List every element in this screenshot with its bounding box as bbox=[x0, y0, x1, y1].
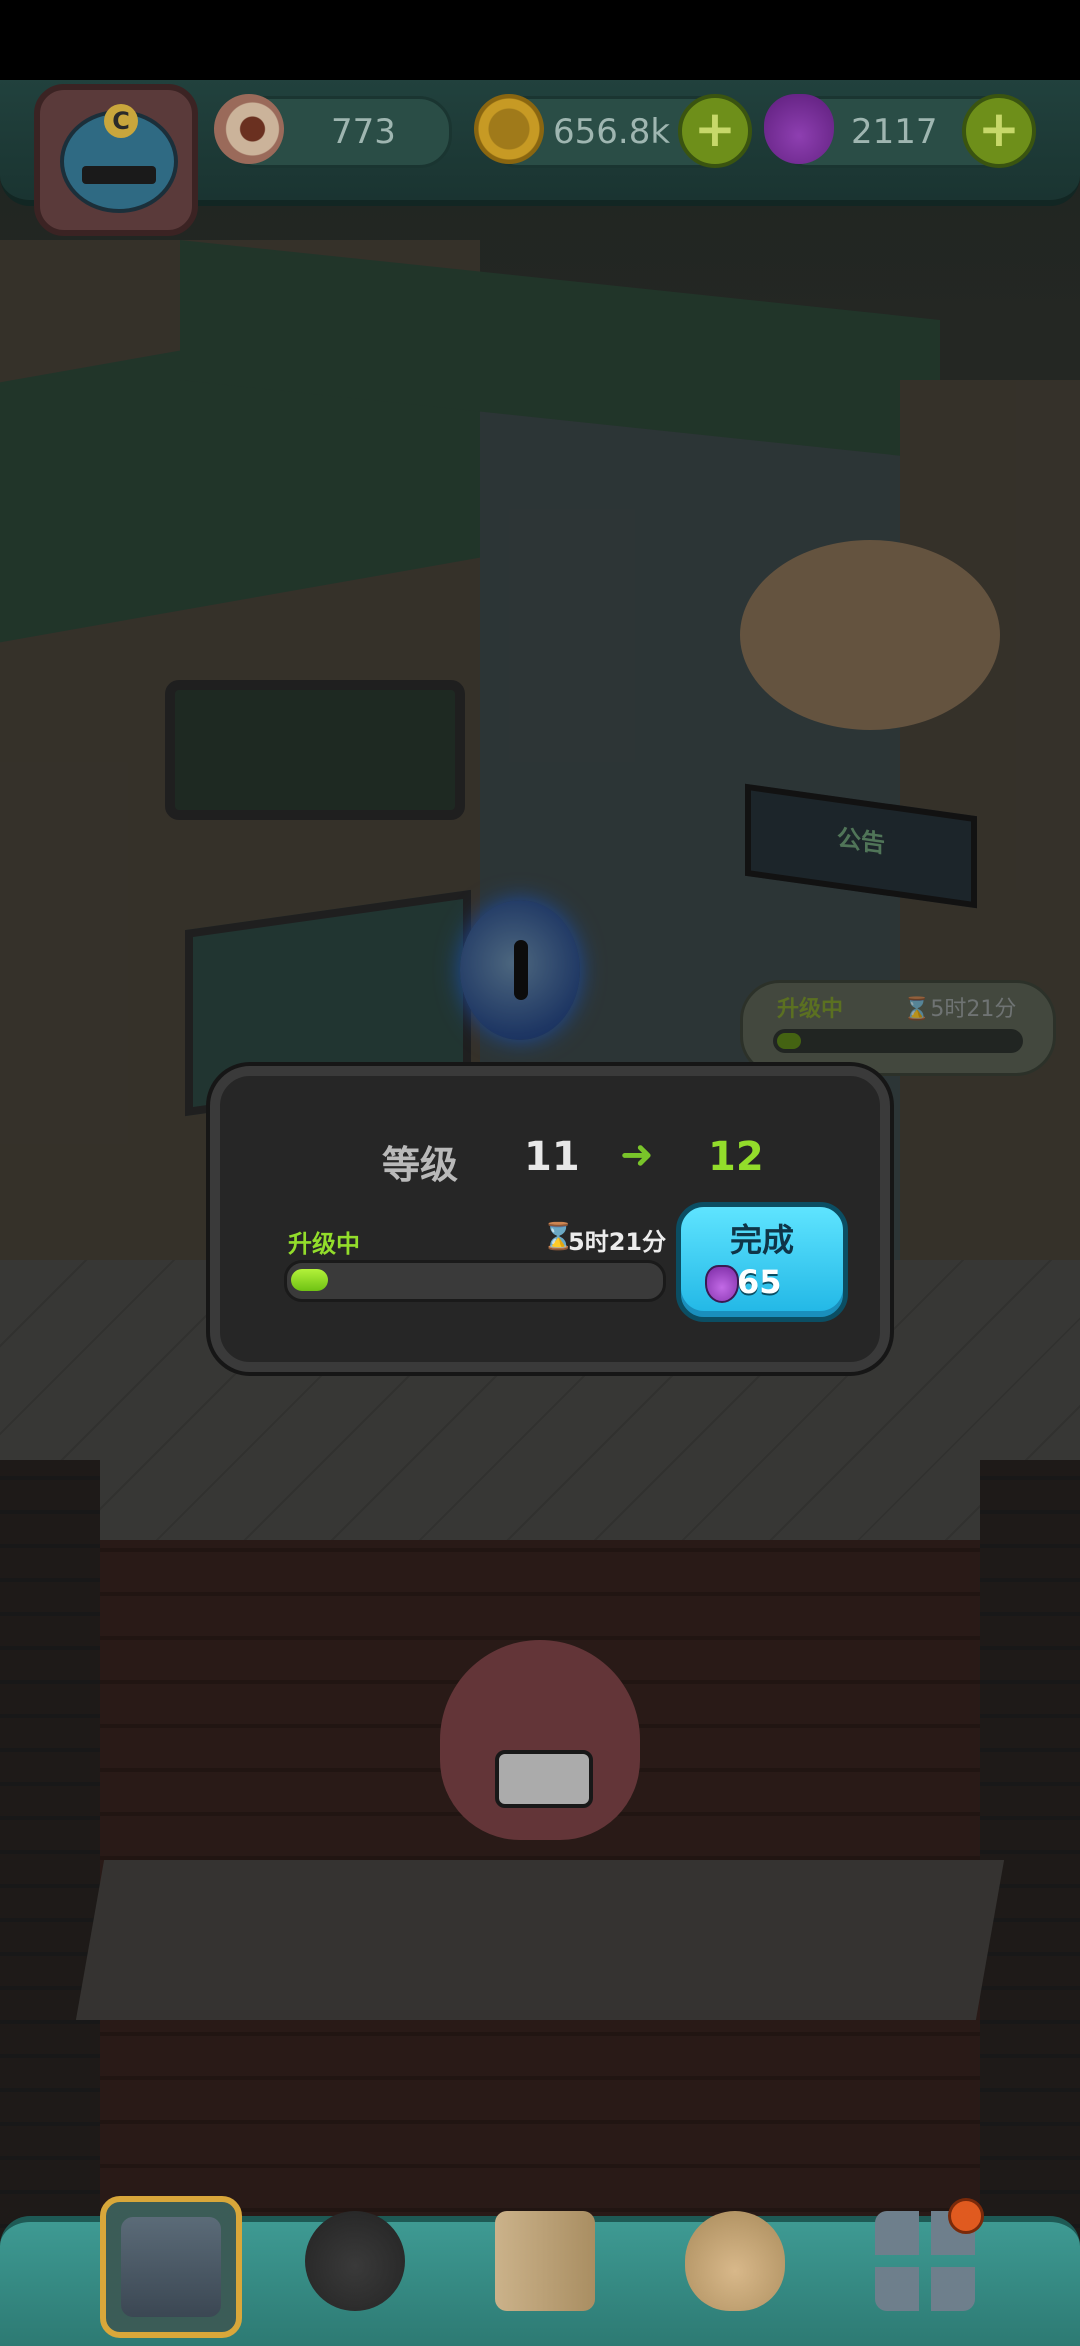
nav-bag[interactable] bbox=[670, 2196, 800, 2326]
upgrade-progress-fill bbox=[291, 1269, 328, 1291]
upgrade-status: 升级中 bbox=[288, 1230, 360, 1258]
add-potions-button[interactable]: + bbox=[962, 94, 1036, 168]
avatar-robot-icon: C bbox=[60, 104, 178, 213]
avatar-badge: C bbox=[104, 104, 138, 138]
level-to: 12 bbox=[708, 1134, 764, 1180]
level-from: 11 bbox=[524, 1134, 580, 1180]
nav-shop[interactable] bbox=[100, 2196, 242, 2338]
book-icon bbox=[495, 2211, 595, 2311]
octopus-chef-character[interactable] bbox=[440, 1640, 640, 1840]
blimp-decoration bbox=[740, 540, 1000, 730]
nav-recipes[interactable] bbox=[480, 2196, 610, 2326]
upgrade-progress-fill bbox=[777, 1033, 801, 1049]
neon-menu-screen bbox=[165, 680, 465, 820]
upgrade-time-label: ⌛5时21分 bbox=[903, 997, 1017, 1022]
shop-icon bbox=[121, 2217, 221, 2317]
arrow-right-icon: ➜ bbox=[620, 1132, 654, 1178]
upgrade-progress-bar bbox=[773, 1029, 1023, 1053]
level-label: 等级 bbox=[382, 1143, 459, 1187]
status-bar bbox=[0, 0, 1080, 80]
upgrade-dialog: 等级 11 ➜ 12 升级中 ⌛ 5时21分 完成 65 bbox=[210, 1066, 890, 1372]
nav-monsters[interactable] bbox=[290, 2196, 420, 2326]
notification-dot bbox=[948, 2198, 984, 2234]
finish-button-label: 完成 bbox=[729, 1221, 794, 1259]
upgrade-progress-bar bbox=[284, 1260, 666, 1302]
eyes-value: 773 bbox=[331, 112, 396, 152]
monster-icon bbox=[305, 2211, 405, 2311]
potion-icon bbox=[705, 1265, 739, 1303]
coin-bag-icon bbox=[685, 2211, 785, 2311]
player-avatar[interactable]: C bbox=[34, 84, 198, 236]
time-remaining: 5时21分 bbox=[568, 1228, 667, 1256]
avatar-bar bbox=[82, 166, 156, 184]
cellar-wall-left bbox=[0, 1460, 100, 2340]
coin-icon bbox=[474, 94, 544, 164]
finish-cost: 65 bbox=[737, 1263, 782, 1301]
potions-value: 2117 bbox=[851, 112, 938, 152]
eyeball-icon bbox=[214, 94, 284, 164]
add-coins-button[interactable]: + bbox=[678, 94, 752, 168]
potion-icon bbox=[764, 94, 834, 164]
building-upgrade-tag[interactable]: 升级中 ⌛5时21分 bbox=[740, 980, 1056, 1076]
hourglass-icon: ⌛ bbox=[903, 997, 931, 1022]
floating-eyeball-icon[interactable] bbox=[460, 900, 580, 1040]
nav-menu[interactable] bbox=[860, 2196, 990, 2326]
finish-now-button[interactable]: 完成 65 bbox=[676, 1202, 848, 1322]
coins-value: 656.8k bbox=[553, 112, 671, 152]
upgrade-status-label: 升级中 bbox=[777, 997, 844, 1022]
kitchen-platform bbox=[75, 1860, 1005, 2020]
